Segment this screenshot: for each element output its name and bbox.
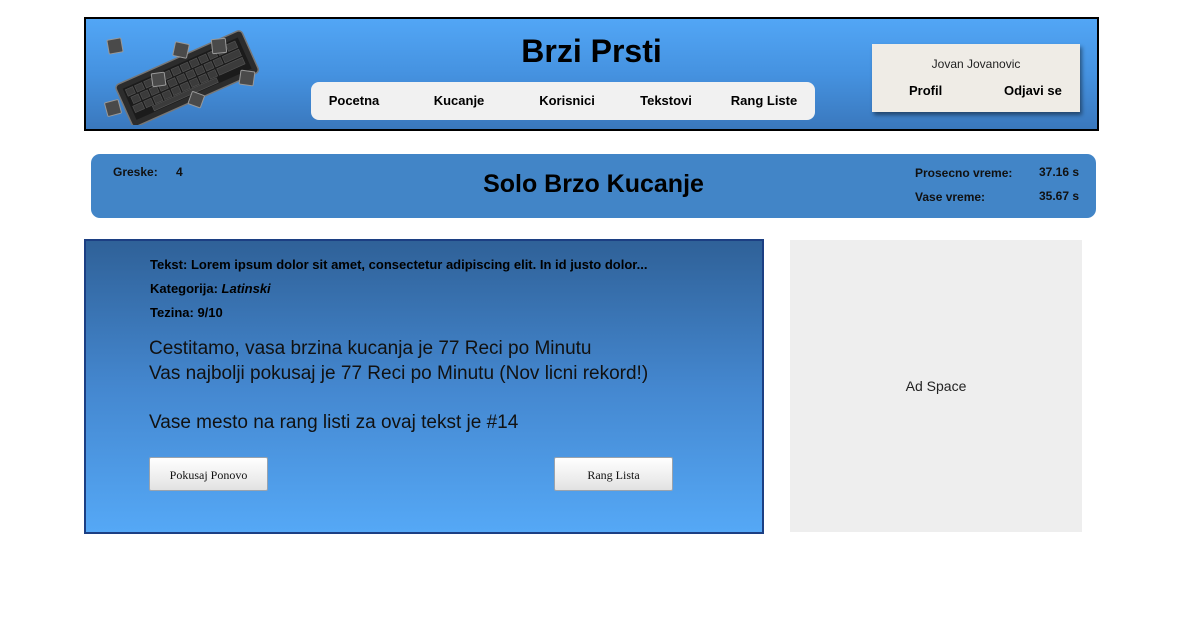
- user-panel: Jovan Jovanovic Profil Odjavi se: [872, 44, 1080, 112]
- ad-label: Ad Space: [905, 378, 967, 394]
- avg-time-value: 37.16 s: [1039, 165, 1080, 179]
- user-name: Jovan Jovanovic: [931, 57, 1021, 71]
- rank-message: Vase mesto na rang listi za ovaj tekst j…: [149, 412, 519, 433]
- nav-item-tekstovi[interactable]: Tekstovi: [640, 82, 692, 120]
- profile-link[interactable]: Profil: [909, 83, 942, 98]
- category-value: Latinski: [221, 281, 271, 296]
- text-label: Tekst:: [150, 257, 188, 272]
- category-info: Kategorija: Latinski: [150, 281, 271, 296]
- text-info: Tekst: Lorem ipsum dolor sit amet, conse…: [150, 257, 647, 272]
- site-header: Brzi Prsti Pocetna Kucanje Korisnici Tek…: [84, 17, 1099, 131]
- your-time-value: 35.67 s: [1039, 189, 1080, 203]
- result-panel: Tekst: Lorem ipsum dolor sit amet, conse…: [84, 239, 764, 534]
- speed-message: Cestitamo, vasa brzina kucanja je 77 Rec…: [149, 338, 592, 359]
- main-nav: Pocetna Kucanje Korisnici Tekstovi Rang …: [311, 82, 815, 120]
- your-time-label: Vase vreme:: [915, 190, 986, 204]
- category-label: Kategorija:: [150, 281, 218, 296]
- text-value: Lorem ipsum dolor sit amet, consectetur …: [190, 257, 648, 272]
- avg-time-label: Prosecno vreme:: [915, 166, 1013, 180]
- difficulty-label: Tezina:: [150, 305, 194, 320]
- difficulty-info: Tezina: 9/10: [150, 305, 223, 320]
- nav-item-korisnici[interactable]: Korisnici: [539, 82, 595, 120]
- nav-item-rang-liste[interactable]: Rang Liste: [731, 82, 797, 120]
- nav-item-kucanje[interactable]: Kucanje: [434, 82, 485, 120]
- best-message: Vas najbolji pokusaj je 77 Reci po Minut…: [149, 363, 649, 384]
- ad-space: Ad Space: [790, 240, 1082, 532]
- nav-item-pocetna[interactable]: Pocetna: [329, 82, 380, 120]
- retry-button[interactable]: Pokusaj Ponovo: [149, 457, 268, 491]
- difficulty-value: 9/10: [197, 305, 223, 320]
- leaderboard-button[interactable]: Rang Lista: [554, 457, 673, 491]
- logout-link[interactable]: Odjavi se: [1004, 83, 1062, 98]
- stats-bar: Greske: 4 Solo Brzo Kucanje Prosecno vre…: [91, 154, 1096, 218]
